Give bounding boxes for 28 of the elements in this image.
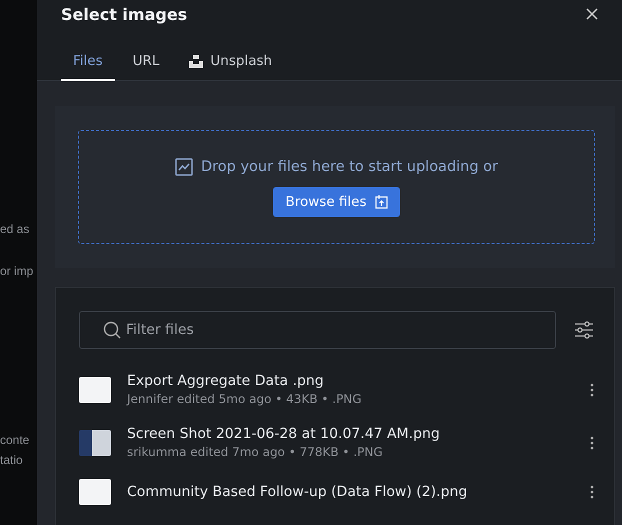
more-options-icon[interactable]: [590, 436, 594, 450]
file-name[interactable]: Screen Shot 2021-06-28 at 10.07.47 AM.png: [127, 426, 574, 442]
background-text: or imp: [0, 264, 34, 278]
background-text: tatio: [0, 453, 23, 467]
dialog-title: Select images: [61, 4, 188, 24]
more-options-icon[interactable]: [590, 485, 594, 499]
image-thumbnail: [79, 479, 111, 505]
background-text: conte: [0, 433, 30, 447]
image-thumbnail: [79, 430, 111, 456]
image-icon: [174, 158, 193, 176]
tab[interactable]: URL: [120, 46, 172, 81]
unsplash-icon: [189, 54, 204, 68]
file-meta: Jennifer edited 5mo ago • 43KB • .PNG: [127, 392, 363, 406]
tab[interactable]: Unsplash: [177, 46, 284, 81]
file-name[interactable]: Export Aggregate Data .png: [127, 373, 574, 389]
drop-instructions: Drop your files here to start uploading or: [200, 158, 498, 174]
file-meta: srikumma edited 7mo ago • 778KB • .PNG: [127, 445, 384, 459]
upload-file-icon: [374, 194, 388, 209]
image-thumbnail: [79, 376, 111, 402]
background-text: ed as: [0, 222, 30, 236]
browse-files-button[interactable]: Browse files: [273, 186, 400, 216]
more-options-icon[interactable]: [590, 382, 594, 396]
filter-field[interactable]: Filter files: [79, 311, 556, 349]
file-name[interactable]: Community Based Follow-up (Data Flow) (2).png: [127, 484, 574, 500]
search-icon: [103, 321, 121, 339]
filter-settings-icon[interactable]: [574, 321, 594, 339]
close-icon[interactable]: [584, 6, 600, 22]
drop-zone[interactable]: Drop your files here to start uploading or Browse files: [78, 130, 595, 244]
